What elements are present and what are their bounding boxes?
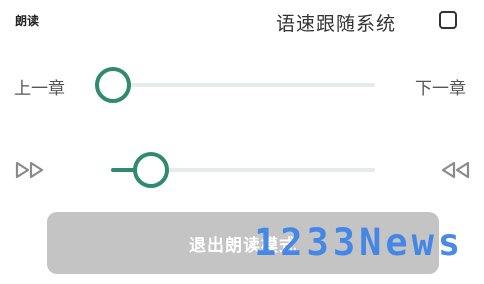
panel-title: 朗读 (15, 14, 40, 28)
speed-slider-thumb[interactable] (132, 152, 169, 188)
speed-up-icon[interactable] (441, 161, 471, 179)
prev-chapter-label[interactable]: 上一章 (14, 74, 65, 99)
watermark-logo: 1233News (254, 221, 465, 264)
follow-system-label: 语速跟随系统 (276, 13, 397, 35)
chapter-slider-thumb[interactable] (95, 67, 131, 103)
next-chapter-label[interactable]: 下一章 (415, 74, 466, 99)
speed-slider[interactable] (111, 152, 375, 188)
slow-down-icon[interactable] (15, 161, 45, 179)
chapter-slider[interactable] (95, 67, 375, 103)
follow-system-checkbox[interactable] (439, 11, 457, 29)
chapter-slider-track[interactable] (113, 83, 375, 87)
